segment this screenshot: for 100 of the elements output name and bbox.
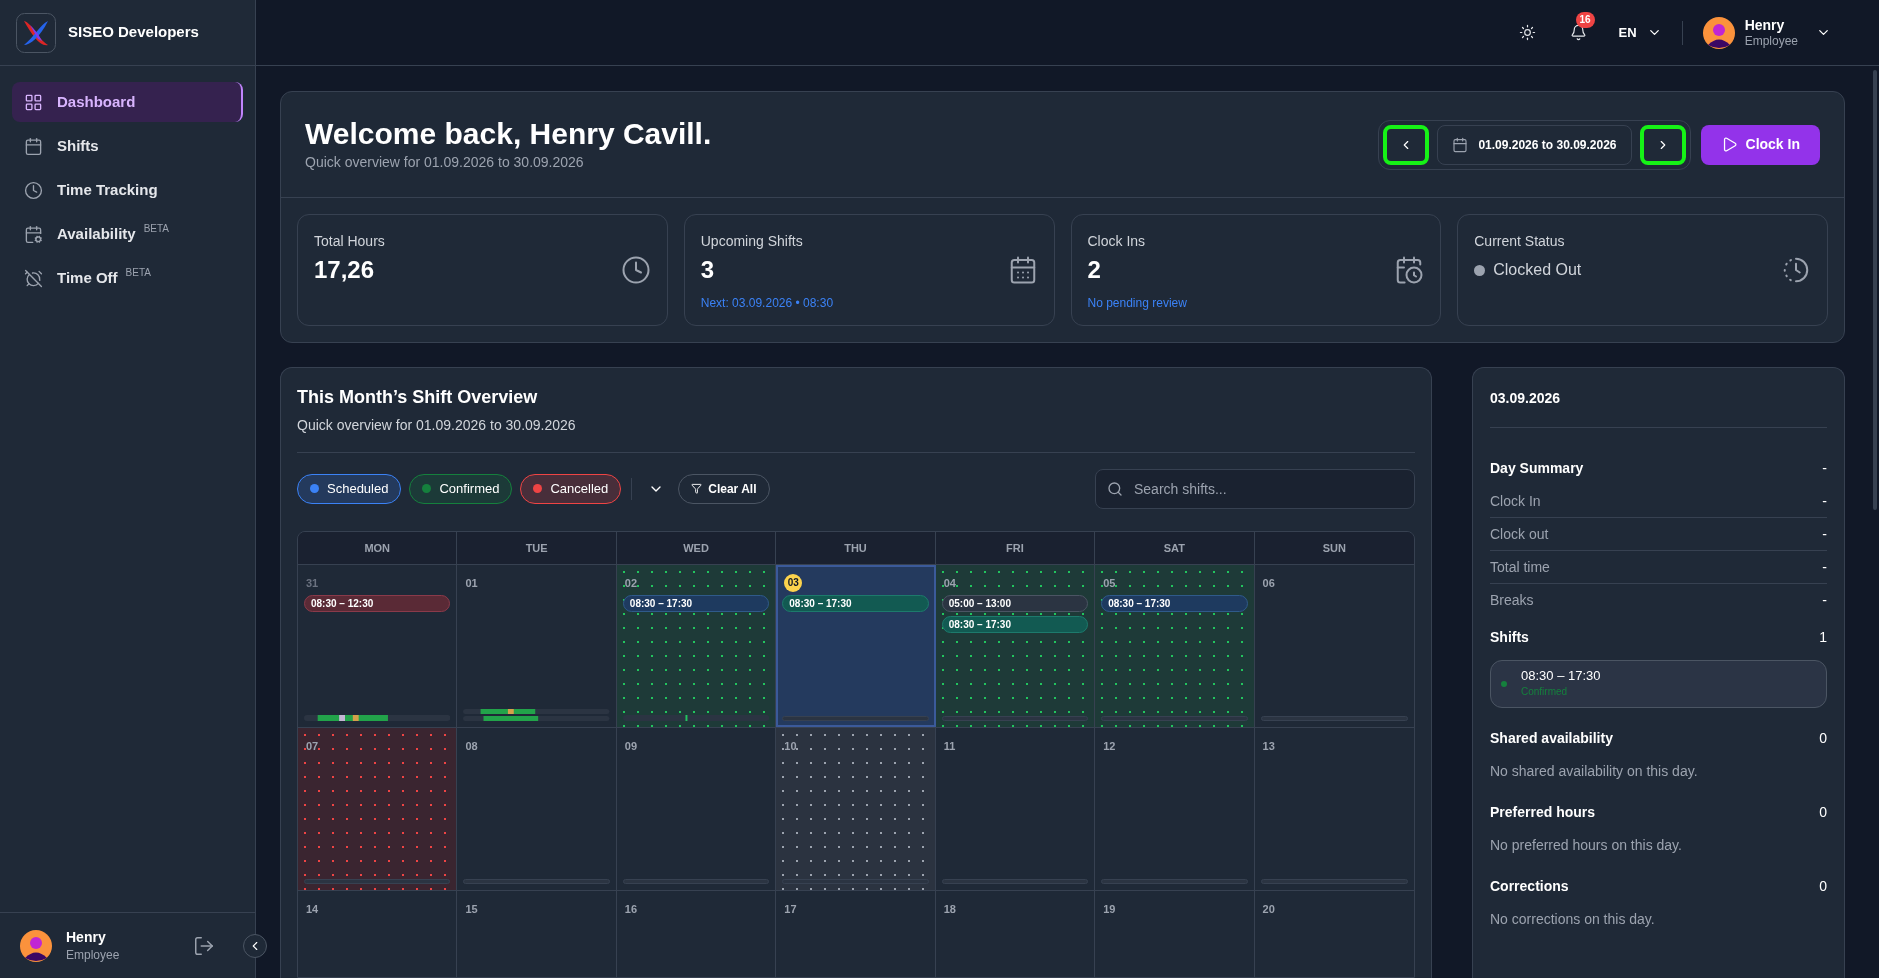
- day-number: 19: [1103, 901, 1116, 917]
- summary-title: Day Summary: [1490, 459, 1584, 478]
- day-cell[interactable]: 20: [1254, 890, 1414, 977]
- stat-label: Upcoming Shifts: [700, 232, 804, 251]
- shifts-title: Shifts: [1490, 628, 1529, 647]
- day-cell[interactable]: 11: [935, 727, 1096, 890]
- day-cell[interactable]: 08: [457, 727, 617, 890]
- day-cell[interactable]: 12: [1095, 727, 1255, 890]
- welcome-subtitle: Quick overview for 01.09.2026 to 30.09.2026: [305, 153, 585, 172]
- day-cell[interactable]: 07: [298, 727, 458, 890]
- day-cell[interactable]: 01: [457, 564, 617, 727]
- day-cell[interactable]: 14: [298, 890, 458, 977]
- status-value: Clocked Out: [1493, 260, 1582, 280]
- clock-icon: [24, 180, 43, 200]
- weekday-header: SUN: [1321, 540, 1347, 556]
- scrollbar-thumb[interactable]: [1873, 70, 1877, 510]
- day-number: 16: [624, 901, 638, 917]
- nav-item[interactable]: Time Off BETA: [12, 258, 243, 298]
- day-number: 11: [943, 738, 956, 754]
- summary-label: Breaks: [1490, 591, 1534, 610]
- day-number: 15: [465, 901, 478, 917]
- stat-value: 3: [700, 255, 716, 285]
- day-cell[interactable]: 16: [616, 890, 777, 977]
- summary-value: -: [1822, 491, 1827, 511]
- day-cell[interactable]: 15: [457, 890, 617, 977]
- day-number: 02: [624, 575, 638, 591]
- user-role: Employee: [66, 946, 120, 964]
- next-button[interactable]: [1639, 124, 1686, 165]
- section-count: 0: [1819, 877, 1827, 896]
- filter-chip[interactable]: Scheduled: [297, 473, 402, 504]
- search-field[interactable]: Search shifts...: [1095, 468, 1415, 509]
- notification-icon[interactable]: [1569, 24, 1587, 41]
- empty-message: No preferred hours on this day.: [1490, 836, 1683, 855]
- shift-pill[interactable]: 08:30 – 17:30: [622, 594, 770, 612]
- welcome-title: Welcome back, Henry Cavill.: [305, 116, 712, 152]
- summary-value: -: [1822, 557, 1827, 577]
- day-cell[interactable]: 05 08:30 – 17:30: [1095, 564, 1255, 727]
- stat-label: Total Hours: [314, 232, 385, 251]
- day-number: 18: [943, 901, 956, 917]
- day-cell[interactable]: 03 08:30 – 17:30: [776, 564, 936, 727]
- summary-value: -: [1822, 591, 1827, 610]
- day-cell[interactable]: 31 08:30 – 12:30: [298, 564, 458, 727]
- summary-value: -: [1822, 459, 1827, 478]
- shift-pill[interactable]: 08:30 – 17:30: [1101, 594, 1248, 612]
- day-number: 14: [306, 901, 319, 917]
- beta-label: BETA: [143, 221, 170, 236]
- day-number: 07: [306, 738, 319, 754]
- filter-chip[interactable]: Confirmed: [409, 473, 513, 504]
- logout-icon[interactable]: [193, 934, 215, 957]
- summary-label: Total time: [1490, 557, 1550, 577]
- filter-chip[interactable]: Cancelled: [520, 473, 622, 504]
- day-number: 13: [1262, 738, 1275, 754]
- day-number: 06: [1262, 575, 1275, 591]
- day-number: 05: [1103, 575, 1116, 591]
- day-cell[interactable]: 18: [935, 890, 1096, 977]
- nav-item[interactable]: Shifts: [12, 126, 243, 166]
- calendar-icon: [1452, 136, 1469, 153]
- day-number: 20: [1262, 901, 1275, 917]
- dashed-clock-icon: [1781, 255, 1811, 285]
- day-cell[interactable]: 10: [776, 727, 936, 890]
- shifts-count: 1: [1819, 628, 1827, 647]
- weekday-header: THU: [776, 531, 936, 564]
- language-select[interactable]: EN: [1618, 22, 1662, 43]
- shift-pill[interactable]: 08:30 – 12:30: [304, 594, 451, 612]
- alarm-off-icon: [24, 268, 43, 288]
- nav-item[interactable]: Time Tracking: [12, 170, 243, 210]
- clock-icon: [620, 255, 651, 285]
- stat-label: Clock Ins: [1087, 232, 1147, 251]
- day-cell[interactable]: 02 08:30 – 17:30: [616, 564, 777, 727]
- day-cell[interactable]: 19: [1095, 890, 1255, 977]
- user-menu[interactable]: Henry Employee: [1702, 16, 1831, 49]
- day-cell[interactable]: 13: [1254, 727, 1414, 890]
- shift-card[interactable]: 08:30 – 17:30 Confirmed: [1490, 660, 1827, 708]
- calendar-icon: [24, 136, 43, 156]
- date-range-button[interactable]: 01.09.2026 to 30.09.2026: [1437, 124, 1632, 165]
- section-subtitle: Quick overview for 01.09.2026 to 30.09.2026: [297, 416, 577, 435]
- filter-icon: [691, 483, 703, 495]
- logo: [16, 12, 56, 53]
- nav-item[interactable]: Availability BETA: [12, 214, 243, 254]
- previous-button[interactable]: [1383, 124, 1430, 165]
- collapse-button[interactable]: [243, 934, 267, 958]
- calendar-gear-icon: [24, 224, 43, 244]
- day-cell[interactable]: 17: [776, 890, 936, 977]
- notification-badge: 16: [1575, 12, 1595, 28]
- day-cell[interactable]: 04 05:00 – 13:00 08:30 – 17:30: [935, 564, 1096, 727]
- shift-status: Confirmed: [1521, 685, 1569, 699]
- weekday-header: TUE: [457, 531, 617, 564]
- user-name: Henry: [66, 927, 107, 946]
- day-number: 09: [624, 738, 638, 754]
- day-number: 17: [784, 901, 797, 917]
- nav-item[interactable]: Dashboard: [12, 82, 243, 122]
- section-count: 0: [1819, 729, 1827, 748]
- clock-in-button[interactable]: Clock In: [1700, 124, 1820, 165]
- stat-value: 2: [1087, 255, 1102, 285]
- shift-pill[interactable]: 05:00 – 13:00: [941, 594, 1089, 612]
- shift-pill[interactable]: 08:30 – 17:30: [941, 615, 1089, 633]
- day-cell[interactable]: 06: [1254, 564, 1414, 727]
- shift-time: 08:30 – 17:30: [1521, 668, 1601, 684]
- theme-icon[interactable]: [1518, 24, 1536, 41]
- shift-pill[interactable]: 08:30 – 17:30: [782, 594, 929, 612]
